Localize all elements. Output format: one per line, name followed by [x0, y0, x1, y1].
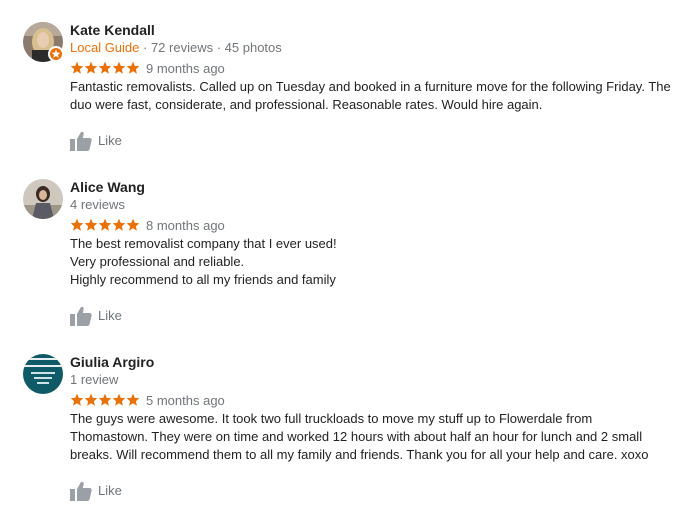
- like-button[interactable]: Like: [70, 306, 122, 326]
- review-text: The guys were awesome. It took two full …: [70, 410, 678, 464]
- reviewer-meta: 1 review: [70, 372, 118, 388]
- review-date: 9 months ago: [146, 61, 225, 76]
- review-text-line: Fantastic removalists. Called up on Tues…: [70, 79, 671, 94]
- star-icon: [98, 218, 112, 231]
- star-icon: [70, 61, 84, 74]
- like-button[interactable]: Like: [70, 481, 122, 501]
- star-icon: [70, 218, 84, 231]
- rating-row: 9 months ago: [70, 61, 225, 77]
- star-icon: [98, 393, 112, 406]
- thumbs-up-icon: [70, 131, 92, 151]
- like-button[interactable]: Like: [70, 131, 122, 151]
- like-label: Like: [98, 483, 122, 498]
- local-guide-label: Local Guide: [70, 40, 140, 55]
- review-card: Kate Kendall Local Guide · 72 reviews · …: [0, 22, 690, 172]
- review-text-line: Highly recommend to all my friends and f…: [70, 272, 336, 287]
- reviewer-name[interactable]: Kate Kendall: [70, 22, 155, 38]
- avatar-photo: [23, 179, 63, 219]
- thumbs-up-icon: [70, 306, 92, 326]
- avatar[interactable]: [23, 354, 63, 394]
- like-label: Like: [98, 133, 122, 148]
- reviewer-meta: Local Guide · 72 reviews · 45 photos: [70, 40, 282, 56]
- thumbs-up-icon: [70, 481, 92, 501]
- review-text-line: Thomastown. They were on time and worked…: [70, 429, 643, 444]
- like-label: Like: [98, 308, 122, 323]
- reviews-count: 4 reviews: [70, 197, 125, 212]
- star-icon: [84, 393, 98, 406]
- star-icon: [84, 218, 98, 231]
- reviewer-meta: 4 reviews: [70, 197, 125, 213]
- review-text-line: Very professional and reliable.: [70, 254, 245, 269]
- local-guide-star-badge-icon: [48, 46, 64, 62]
- review-date: 5 months ago: [146, 393, 225, 408]
- star-rating: [70, 61, 140, 75]
- review-text: Fantastic removalists. Called up on Tues…: [70, 78, 678, 114]
- star-icon: [126, 61, 140, 74]
- rating-row: 5 months ago: [70, 393, 225, 409]
- review-date: 8 months ago: [146, 218, 225, 233]
- meta-separator: ·: [139, 40, 151, 55]
- meta-separator: ·: [213, 40, 225, 55]
- avatar-photo: [23, 354, 63, 394]
- review-text: The best removalist company that I ever …: [70, 235, 678, 289]
- star-icon: [112, 218, 126, 231]
- star-icon: [84, 61, 98, 74]
- star-icon: [98, 61, 112, 74]
- reviewer-name[interactable]: Alice Wang: [70, 179, 145, 195]
- reviews-count: 72 reviews: [150, 40, 214, 55]
- review-text-line: duo were fast, considerate, and professi…: [70, 97, 543, 112]
- star-icon: [112, 393, 126, 406]
- star-rating: [70, 218, 140, 232]
- photos-count: 45 photos: [224, 40, 282, 55]
- review-text-line: The guys were awesome. It took two full …: [70, 411, 593, 426]
- reviews-count: 1 review: [70, 372, 119, 387]
- star-icon: [126, 218, 140, 231]
- avatar[interactable]: [23, 179, 63, 219]
- star-icon: [126, 393, 140, 406]
- rating-row: 8 months ago: [70, 218, 225, 234]
- review-card: Alice Wang 4 reviews 8 months ago The be…: [0, 179, 690, 329]
- review-card: Giulia Argiro 1 review 5 months ago The …: [0, 354, 690, 504]
- star-rating: [70, 393, 140, 407]
- review-text-line: The best removalist company that I ever …: [70, 236, 337, 251]
- review-text-line: breaks. Will recommend them to all my fa…: [70, 447, 649, 462]
- reviewer-name[interactable]: Giulia Argiro: [70, 354, 154, 370]
- star-icon: [70, 393, 84, 406]
- star-icon: [112, 61, 126, 74]
